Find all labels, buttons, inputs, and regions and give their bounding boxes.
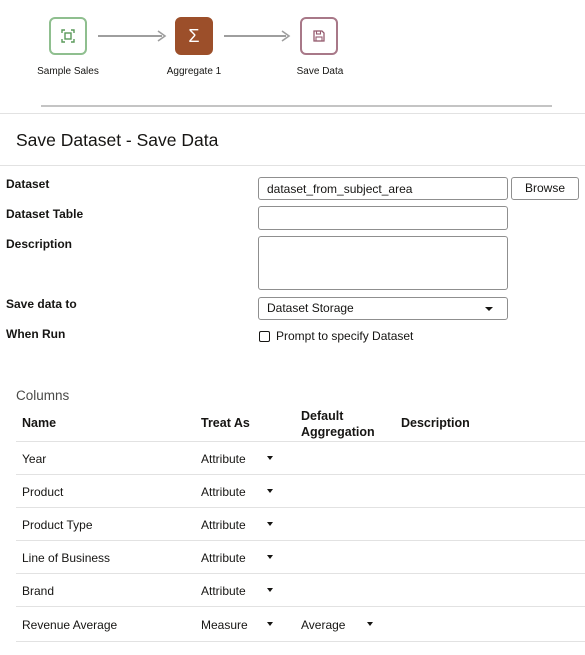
columns-section-title: Columns — [16, 388, 70, 403]
column-name-cell: Brand — [22, 584, 55, 598]
panel-title: Save Dataset - Save Data — [16, 130, 219, 150]
prompt-dataset-checkbox[interactable] — [259, 331, 270, 342]
treat-as-select[interactable]: Attribute — [201, 518, 246, 532]
sample-sales-node[interactable] — [49, 17, 87, 55]
column-name-cell: Revenue Average — [22, 618, 118, 632]
save-data-to-value: Dataset Storage — [267, 301, 354, 315]
save-disk-icon — [313, 30, 325, 42]
chevron-down-icon[interactable] — [267, 522, 273, 526]
flow-connector — [98, 35, 162, 37]
column-header-description: Description — [401, 416, 470, 430]
description-textarea[interactable] — [258, 236, 508, 290]
chevron-down-icon[interactable] — [267, 588, 273, 592]
prompt-dataset-checkbox-label[interactable]: Prompt to specify Dataset — [276, 329, 413, 343]
sample-sales-label: Sample Sales — [37, 66, 99, 77]
chevron-down-icon[interactable] — [267, 456, 273, 460]
sigma-icon: Σ — [188, 25, 200, 46]
treat-as-select[interactable]: Attribute — [201, 551, 246, 565]
column-header-name: Name — [22, 416, 57, 430]
default-aggregation-select[interactable]: Average — [301, 618, 345, 632]
table-row: Revenue Average Measure Average — [16, 608, 585, 641]
save-data-to-select[interactable]: Dataset Storage — [258, 297, 508, 320]
treat-as-select[interactable]: Attribute — [201, 452, 246, 466]
aggregate-node[interactable]: Σ — [175, 17, 213, 55]
column-name-cell: Year — [22, 452, 47, 466]
save-data-to-label: Save data to — [6, 297, 77, 311]
table-divider — [16, 606, 585, 607]
dataset-table-input[interactable] — [258, 206, 508, 230]
column-name-cell: Line of Business — [22, 551, 111, 565]
save-data-label: Save Data — [296, 66, 344, 77]
chevron-down-icon[interactable] — [267, 622, 273, 626]
treat-as-select[interactable]: Attribute — [201, 584, 246, 598]
dataset-name-input[interactable] — [258, 177, 508, 200]
column-header-default-aggregation: Default Aggregation — [301, 409, 375, 439]
arrowhead-icon — [281, 30, 291, 42]
treat-as-select[interactable]: Attribute — [201, 485, 246, 499]
dataset-label: Dataset — [6, 177, 50, 191]
column-name-cell: Product — [22, 485, 64, 499]
table-row: Year Attribute — [16, 442, 585, 475]
flow-connector — [224, 35, 286, 37]
divider — [0, 113, 585, 114]
table-row: Brand Attribute — [16, 574, 585, 607]
chevron-down-icon[interactable] — [367, 622, 373, 626]
when-run-label: When Run — [6, 327, 66, 341]
table-divider — [16, 641, 585, 642]
treat-as-select[interactable]: Measure — [201, 618, 248, 632]
description-label: Description — [6, 237, 73, 251]
table-row: Line of Business Attribute — [16, 541, 585, 574]
dataset-source-icon — [61, 29, 75, 43]
browse-button[interactable]: Browse — [511, 177, 579, 200]
aggregate-label: Aggregate 1 — [166, 66, 222, 77]
arrowhead-icon — [157, 30, 167, 42]
chevron-down-icon[interactable] — [267, 555, 273, 559]
data-flow-diagram: Σ Sample Sales Aggregate 1 Save Data — [0, 0, 585, 108]
divider — [0, 165, 585, 166]
horizontal-scrollbar[interactable] — [41, 105, 552, 107]
dataset-table-label: Dataset Table — [6, 207, 84, 221]
column-name-cell: Product Type — [22, 518, 93, 532]
table-row: Product Attribute — [16, 475, 585, 508]
table-row: Product Type Attribute — [16, 508, 585, 541]
column-header-treat-as: Treat As — [201, 416, 250, 430]
chevron-down-icon[interactable] — [267, 489, 273, 493]
save-data-node[interactable] — [300, 17, 338, 55]
chevron-down-icon — [485, 307, 493, 311]
